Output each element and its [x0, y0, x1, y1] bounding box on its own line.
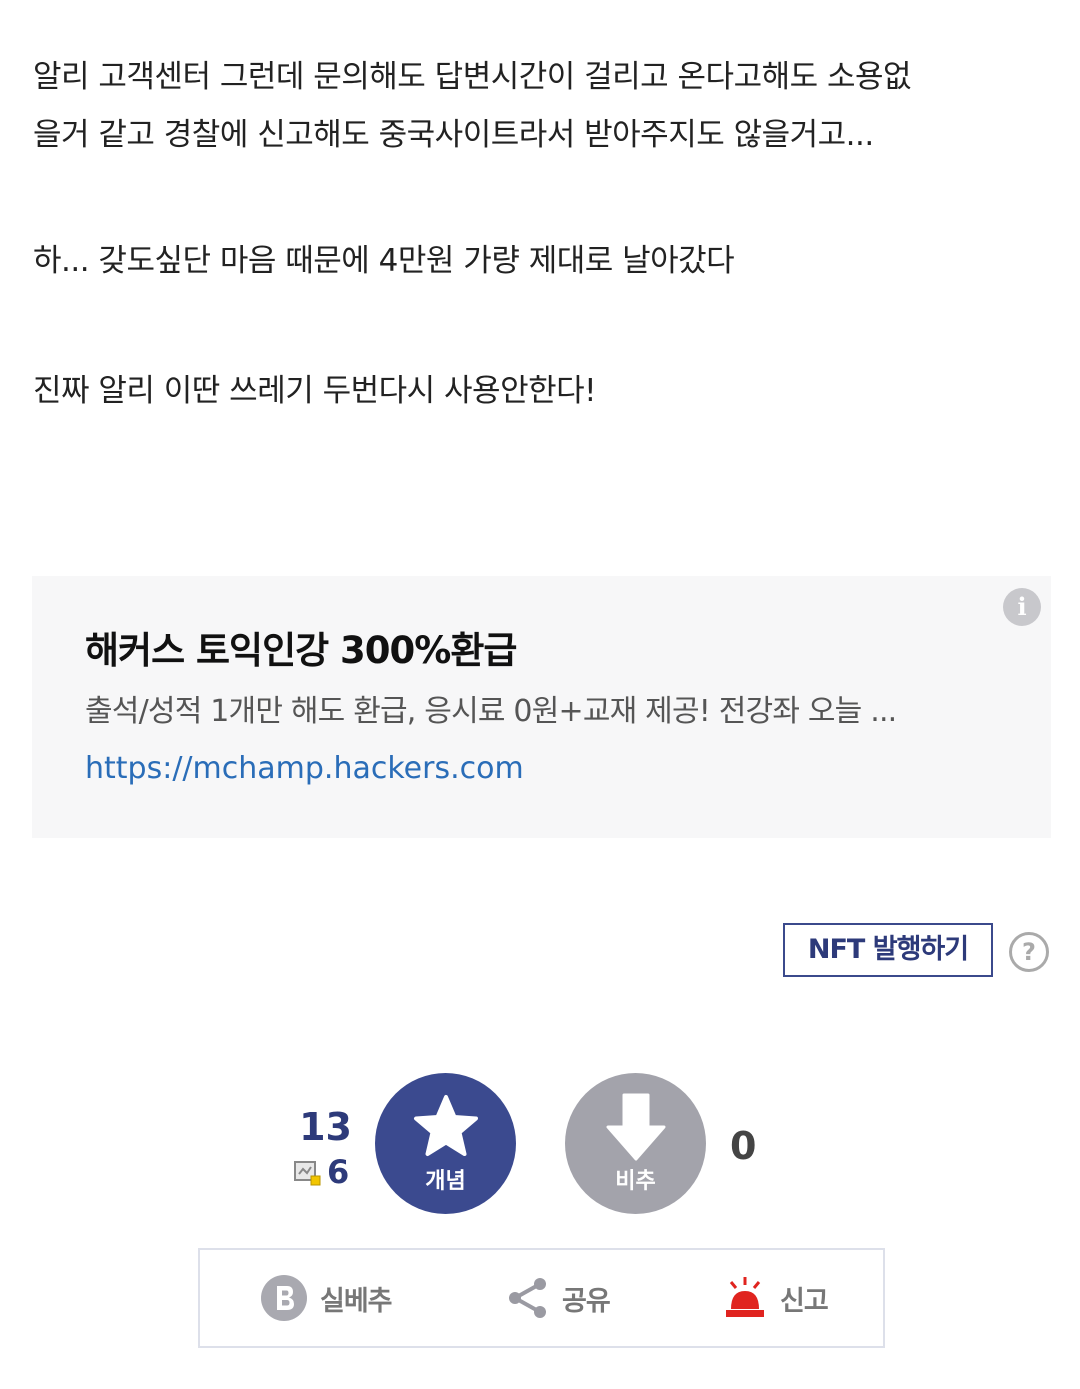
fixed-vote-icon	[294, 1161, 321, 1186]
star-icon	[414, 1095, 478, 1156]
downvote-label: 비추	[615, 1169, 656, 1194]
ad-description: 출석/성적 1개만 해도 환급, 응시료 0원+교재 제공! 전강좌 오늘 ..…	[85, 694, 897, 729]
silbe-label: 실베추	[320, 1285, 393, 1317]
post-body: 알리 고객센터 그런데 문의해도 답변시간이 걸리고 온다고해도 소용없 을거 …	[33, 48, 1053, 420]
ad-title[interactable]: 해커스 토익인강 300%환급	[85, 620, 517, 674]
silbe-recommend-button[interactable]: 실베추	[260, 1250, 393, 1346]
share-icon	[509, 1278, 546, 1318]
downvote-count: 0	[730, 1124, 757, 1168]
upvote-button[interactable]: 개념	[375, 1073, 516, 1214]
report-button[interactable]: 신고	[722, 1250, 829, 1346]
fixed-upvote-count: 6	[327, 1153, 350, 1191]
post-line: 진짜 알리 이딴 쓰레기 두번다시 사용안한다!	[33, 373, 597, 409]
action-bar: 실베추 공유 신고	[198, 1248, 885, 1348]
help-icon[interactable]: ?	[1009, 932, 1049, 972]
arrow-down-icon	[606, 1093, 666, 1161]
upvote-count: 13	[299, 1105, 352, 1149]
siren-icon	[726, 1277, 764, 1317]
post-line: 하... 갖도싶단 마음 때문에 4만원 가량 제대로 날아갔다	[33, 243, 735, 279]
b-icon	[261, 1275, 307, 1321]
share-button[interactable]: 공유	[506, 1250, 611, 1346]
ad-url-link[interactable]: https://mchamp.hackers.com	[85, 751, 524, 786]
nft-issue-button[interactable]: NFT 발행하기	[783, 923, 993, 977]
report-label: 신고	[780, 1285, 829, 1317]
share-label: 공유	[562, 1285, 611, 1317]
downvote-button[interactable]: 비추	[565, 1073, 706, 1214]
fixed-upvote-row: 6	[293, 1153, 349, 1191]
upvote-label: 개념	[425, 1169, 466, 1194]
post-line: 을거 같고 경찰에 신고해도 중국사이트라서 받아주지도 않을거고...	[33, 117, 874, 153]
info-icon[interactable]: i	[1003, 588, 1041, 626]
ad-banner[interactable]: i 해커스 토익인강 300%환급 출석/성적 1개만 해도 환급, 응시료 0…	[32, 576, 1051, 838]
post-line: 알리 고객센터 그런데 문의해도 답변시간이 걸리고 온다고해도 소용없	[33, 59, 912, 95]
